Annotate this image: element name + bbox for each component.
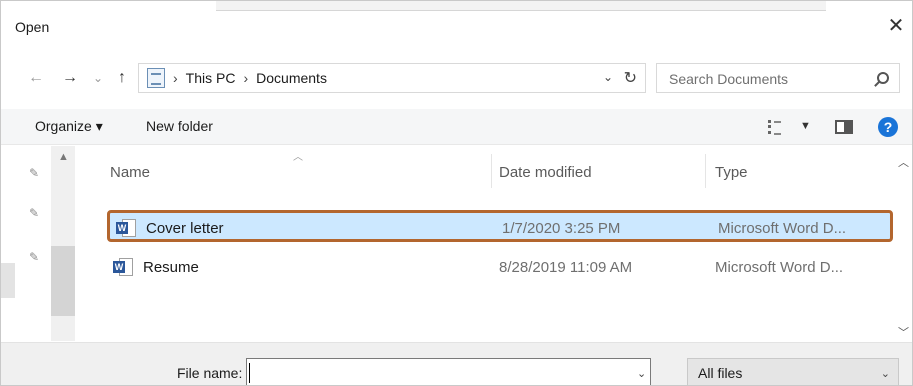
- word-document-icon: W: [116, 219, 136, 237]
- search-icon[interactable]: [877, 72, 889, 84]
- dialog-title: Open: [15, 19, 50, 35]
- address-dropdown-icon[interactable]: ⌄: [603, 70, 613, 84]
- file-type: Microsoft Word D...: [715, 259, 844, 276]
- column-header-date-modified[interactable]: Date modified: [499, 164, 592, 181]
- scroll-down-icon[interactable]: ﹀: [898, 324, 909, 340]
- sort-ascending-icon: ︿: [293, 152, 303, 163]
- file-row-resume[interactable]: W Resume 8/28/2019 11:09 AM Microsoft Wo…: [107, 252, 893, 284]
- new-folder-button[interactable]: New folder: [146, 118, 213, 134]
- file-name-input[interactable]: [246, 358, 651, 385]
- command-toolbar: Organize ▾ New folder ▼ ?: [1, 109, 912, 145]
- help-icon[interactable]: ?: [878, 117, 898, 137]
- up-button[interactable]: ↑: [111, 61, 133, 95]
- file-row-cover-letter[interactable]: W Cover letter 1/7/2020 3:25 PM Microsof…: [107, 210, 893, 242]
- preview-pane-icon[interactable]: [835, 120, 853, 134]
- column-divider[interactable]: [705, 154, 706, 188]
- pin-icon: ✎: [29, 206, 40, 220]
- breadcrumb-separator-icon: ›: [243, 70, 249, 86]
- column-divider[interactable]: [491, 154, 492, 188]
- pin-icon: ✎: [29, 166, 40, 180]
- navigation-scroll-thumb[interactable]: [51, 246, 75, 316]
- file-name: Resume: [143, 259, 199, 276]
- breadcrumb-separator-icon: ›: [173, 70, 178, 86]
- open-file-dialog: Open ✕ ← → ⌄ ↑ › This PC › Documents ⌄ ↻…: [0, 0, 913, 386]
- close-button[interactable]: ✕: [884, 13, 908, 37]
- search-input[interactable]: Search Documents: [669, 71, 788, 87]
- breadcrumb-documents[interactable]: Documents: [256, 70, 327, 86]
- chevron-down-icon[interactable]: ⌄: [881, 367, 890, 380]
- scroll-up-icon[interactable]: ︿: [898, 154, 909, 170]
- file-list-scrollbar[interactable]: ︿ ﹀: [894, 146, 912, 341]
- this-pc-icon: [147, 68, 165, 88]
- file-name: Cover letter: [146, 220, 224, 237]
- search-box[interactable]: Search Documents: [656, 63, 900, 93]
- refresh-icon[interactable]: ↻: [624, 68, 637, 88]
- navigation-pane: ▲ ✎ ✎ ✎: [1, 146, 93, 341]
- file-type: Microsoft Word D...: [718, 220, 847, 237]
- organize-button[interactable]: Organize ▾: [35, 118, 103, 135]
- file-type-filter-value: All files: [698, 365, 743, 381]
- recent-locations-button[interactable]: ⌄: [87, 61, 109, 95]
- back-button[interactable]: ←: [25, 61, 47, 95]
- navigation-scroll-up-icon[interactable]: ▲: [58, 151, 69, 163]
- file-date-modified: 8/28/2019 11:09 AM: [499, 259, 633, 276]
- column-header-name[interactable]: Name: [110, 164, 150, 181]
- address-bar[interactable]: › This PC › Documents ⌄ ↻: [138, 63, 646, 93]
- file-name-bar: File name: ⌄ All files ⌄: [1, 342, 912, 385]
- file-list: ︿ Name Date modified Type W Cover letter…: [93, 146, 893, 341]
- text-cursor: [249, 363, 250, 383]
- forward-button[interactable]: →: [59, 61, 81, 95]
- navigation-item-highlight: [1, 263, 15, 298]
- address-row: ← → ⌄ ↑ › This PC › Documents ⌄ ↻ Search…: [1, 61, 912, 95]
- title-bar: Open ✕: [1, 1, 912, 47]
- background-window-edge: [216, 1, 826, 11]
- breadcrumb-this-pc[interactable]: This PC: [186, 70, 236, 86]
- change-view-icon[interactable]: [768, 120, 782, 135]
- column-header-type[interactable]: Type: [715, 164, 748, 181]
- view-options-dropdown-icon[interactable]: ▼: [800, 120, 811, 132]
- file-date-modified: 1/7/2020 3:25 PM: [502, 220, 621, 237]
- file-name-dropdown-icon[interactable]: ⌄: [637, 367, 646, 380]
- pin-icon: ✎: [29, 250, 40, 264]
- word-document-icon: W: [113, 258, 133, 276]
- file-name-label: File name:: [177, 365, 243, 381]
- file-type-filter-select[interactable]: All files ⌄: [687, 358, 899, 385]
